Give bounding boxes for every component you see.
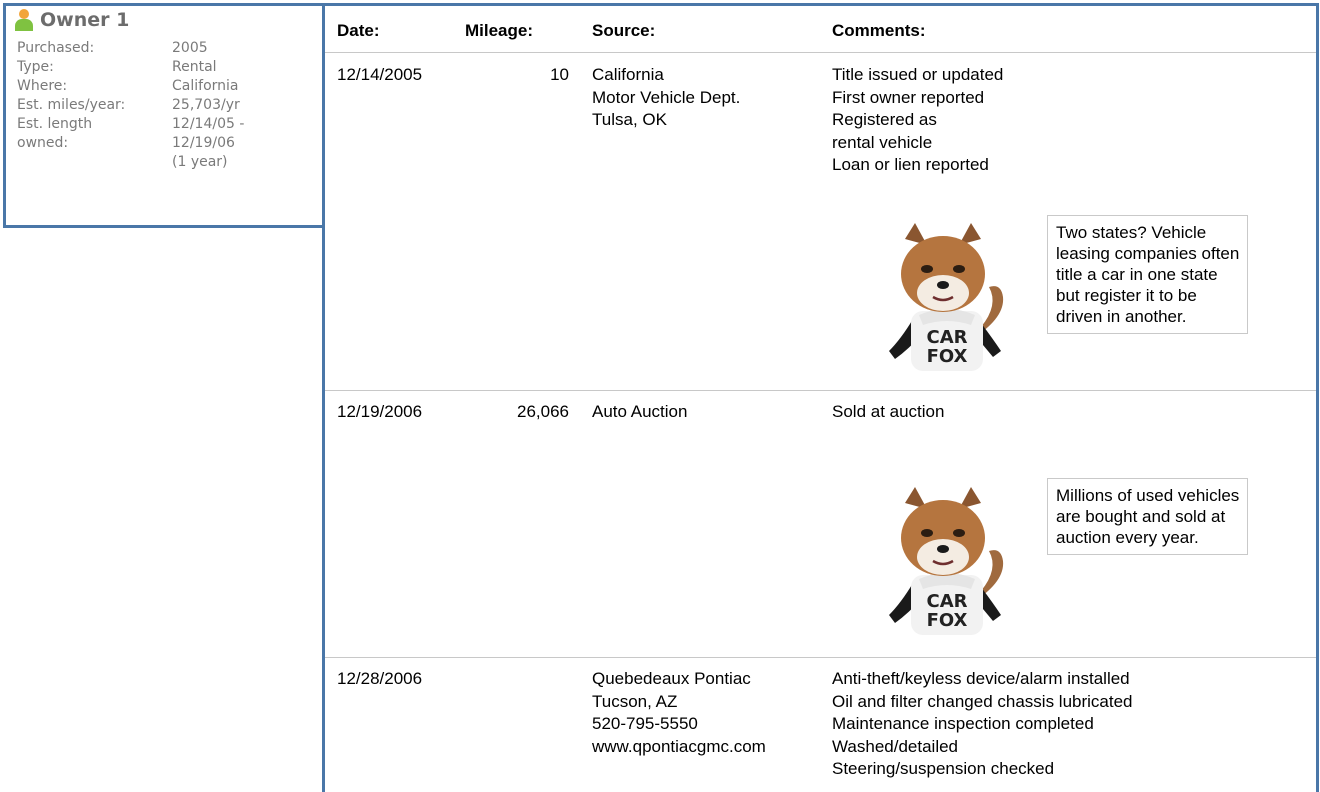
source-line: 520-795-5550	[592, 714, 698, 733]
comment-line: rental vehicle	[832, 132, 933, 152]
tip-line: auction every year.	[1056, 528, 1199, 547]
tip-line: but register it to be	[1056, 286, 1197, 305]
car-fox-mascot-graphic: CAR FOX	[889, 487, 1004, 635]
owner-field-value: Rental	[172, 59, 217, 75]
record-date: 12/28/2006	[337, 669, 423, 688]
owner-field-label: Where:	[17, 78, 68, 94]
person-icon	[14, 8, 34, 32]
header-comments: Comments:	[832, 21, 926, 40]
header-date: Date:	[337, 21, 380, 40]
source-line: Tulsa, OK	[592, 110, 667, 129]
owner-field-label: Est. miles/year:	[17, 97, 126, 113]
header-source: Source:	[592, 21, 656, 40]
header-mileage: Mileage:	[465, 21, 534, 40]
tip-line: Two states? Vehicle	[1056, 223, 1207, 242]
comment-line: Anti-theft/keyless device/alarm installe…	[832, 669, 1130, 688]
mascot-shirt-text: FOX	[927, 346, 968, 367]
source-line: Motor Vehicle Dept.	[592, 87, 741, 107]
comment-line: Title issued or updated	[832, 65, 1004, 84]
comment-line: Steering/suspension checked	[832, 759, 1055, 778]
source-line: Tucson, AZ	[592, 691, 678, 711]
owner-field: (1 year)	[17, 153, 292, 172]
info-tip: Millions of used vehicles are bought and…	[1047, 478, 1249, 555]
source-line: Quebedeaux Pontiac	[592, 669, 751, 688]
record-comments: Sold at auction	[832, 401, 944, 424]
tip-line: Millions of used vehicles	[1056, 486, 1240, 505]
source-line: Auto Auction	[592, 402, 688, 421]
history-header-row: Date: Mileage: Source: Comments:	[325, 6, 1316, 53]
record-mileage: 26,066	[517, 402, 569, 421]
owner-field: Purchased: 2005	[17, 39, 292, 58]
car-fox-mascot-icon: CAR FOX	[863, 483, 1023, 643]
owner-field-label	[17, 153, 172, 172]
history-record: 12/19/2006 26,066 Auto Auction Sold at a…	[325, 391, 1316, 658]
record-comments: Anti-theft/keyless device/alarm installe…	[832, 668, 1133, 781]
history-panel: Date: Mileage: Source: Comments: 12/14/2…	[322, 3, 1319, 792]
owner-field-value: 2005	[172, 40, 208, 56]
car-fox-mascot-graphic: CAR FOX	[889, 223, 1004, 371]
record-date: 12/14/2005	[337, 65, 423, 84]
owner-info: Purchased: 2005 Type: Rental Where: Califor…	[17, 39, 292, 172]
tip-line: driven in another.	[1056, 307, 1187, 326]
owner-field-value: (1 year)	[172, 154, 228, 170]
car-fox-mascot-icon: CAR FOX	[863, 219, 1023, 379]
owner-field: Type: Rental	[17, 58, 292, 77]
mascot-shirt-text: FOX	[927, 610, 968, 631]
mascot-shirt-text: CAR	[926, 591, 967, 612]
comment-line: Oil and filter changed chassis lubricate…	[832, 691, 1133, 711]
owner-field-label: Est. length	[17, 116, 93, 132]
comment-line: First owner reported	[832, 87, 985, 107]
comment-line: Washed/detailed	[832, 736, 959, 756]
info-tip: Two states? Vehicle leasing companies of…	[1047, 215, 1249, 334]
source-website-link[interactable]: www.qpontiacgmc.com	[592, 736, 766, 759]
tip-line: title a car in one state	[1056, 265, 1218, 284]
owner-field-value: 12/19/06	[172, 135, 235, 151]
owner-title: Owner 1	[40, 9, 130, 31]
comment-line: Loan or lien reported	[832, 155, 989, 174]
record-date: 12/19/2006	[337, 402, 423, 421]
record-comments: Title issued or updated First owner repo…	[832, 64, 1003, 177]
comment-line: Sold at auction	[832, 402, 945, 421]
comment-line: Maintenance inspection completed	[832, 714, 1094, 733]
record-source: Quebedeaux Pontiac Tucson, AZ 520-795-55…	[592, 668, 766, 758]
owner-field-label: Type:	[17, 59, 54, 75]
owner-header: Owner 1	[14, 7, 129, 33]
owner-field-label: owned:	[17, 135, 69, 151]
owner-field: owned: 12/19/06	[17, 134, 292, 153]
tip-line: leasing companies often	[1056, 244, 1240, 263]
mascot-shirt-text: CAR	[926, 327, 967, 348]
owner-field: Where: California	[17, 77, 292, 96]
history-record: 12/28/2006 Quebedeaux Pontiac Tucson, AZ…	[325, 658, 1316, 792]
record-source: Auto Auction	[592, 401, 687, 424]
owner-field-label: Purchased:	[17, 40, 95, 56]
tip-line: are bought and sold at	[1056, 507, 1226, 526]
record-source: California Motor Vehicle Dept. Tulsa, OK	[592, 64, 740, 132]
owner-field-value: California	[172, 78, 239, 94]
owner-field-value: 12/14/05 -	[172, 116, 245, 132]
owner-field: Est. miles/year: 25,703/yr	[17, 96, 292, 115]
history-record: 12/14/2005 10 California Motor Vehicle D…	[325, 54, 1316, 391]
record-mileage: 10	[550, 65, 569, 84]
source-line: California	[592, 65, 664, 84]
owner-field: Est. length 12/14/05 -	[17, 115, 292, 134]
comment-line: Registered as	[832, 110, 937, 129]
owner-field-value: 25,703/yr	[172, 97, 240, 113]
owner-panel: Owner 1 Purchased: 2005 Type: Rental Where…	[3, 3, 325, 228]
